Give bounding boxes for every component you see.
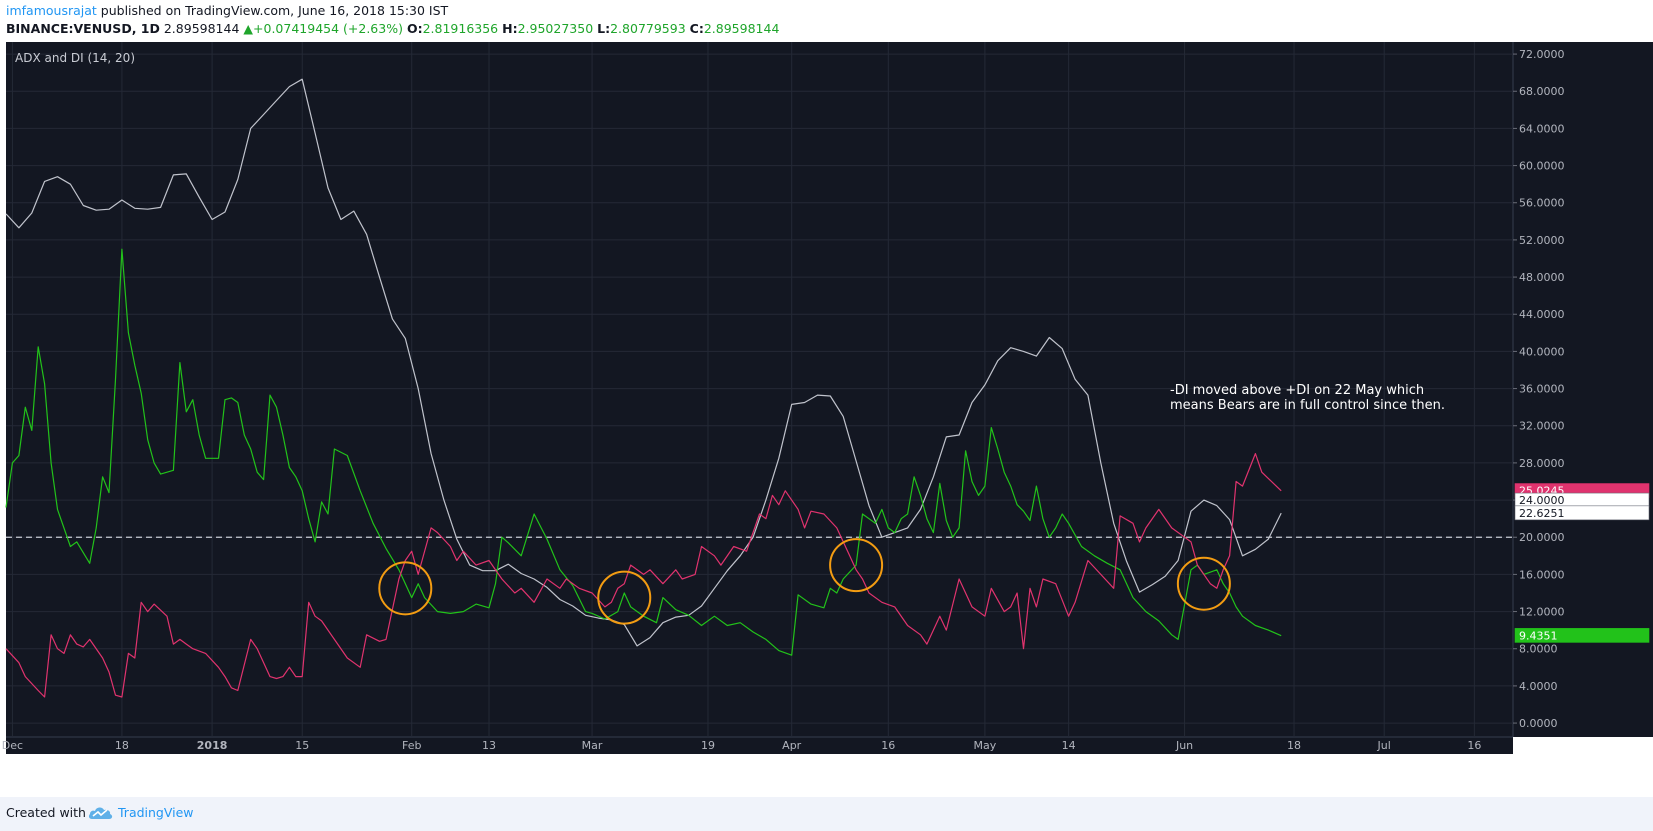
y-tick-label: 20.0000 xyxy=(1519,531,1565,544)
low-value: 2.80779593 xyxy=(610,21,686,36)
y-tick-label: 56.0000 xyxy=(1519,197,1565,210)
symbol-name: BINANCE:VENUSD, 1D xyxy=(6,21,160,36)
author-link[interactable]: imfamousrajat xyxy=(6,3,97,18)
x-tick-label: 19 xyxy=(701,739,715,752)
y-tick-label: 44.0000 xyxy=(1519,308,1565,321)
y-tick-label: 36.0000 xyxy=(1519,383,1565,396)
price-value: 2.89598144 xyxy=(163,21,240,36)
low-label: L: xyxy=(597,21,611,36)
x-tick-label: 16 xyxy=(881,739,895,752)
y-tick-label: 68.0000 xyxy=(1519,85,1565,98)
high-value: 2.95027350 xyxy=(517,21,594,36)
adx-last-label: 22.6251 xyxy=(1519,507,1565,520)
tradingview-link[interactable]: TradingView xyxy=(118,805,194,820)
published-text: published on TradingView.com, June 16, 2… xyxy=(100,3,449,18)
x-tick-label: Jul xyxy=(1377,739,1391,752)
x-tick-label: 18 xyxy=(115,739,129,752)
y-tick-label: 48.0000 xyxy=(1519,271,1565,284)
y-tick-label: 28.0000 xyxy=(1519,457,1565,470)
tradingview-cloud-icon xyxy=(88,807,113,819)
plus-di-last-label: 9.4351 xyxy=(1519,629,1558,642)
y-tick-label: 72.0000 xyxy=(1519,48,1565,61)
x-tick-label: Dec xyxy=(2,739,23,752)
symbol-line: BINANCE:VENUSD, 1D 2.89598144 ▲+0.074194… xyxy=(6,21,779,36)
y-tick-label: 12.0000 xyxy=(1519,606,1565,619)
y-tick-label: 60.0000 xyxy=(1519,160,1565,173)
chart-area[interactable]: 72.0000 68.0000 64.0000 60.0000 56.0000 52.00… xyxy=(0,42,1653,797)
y-tick-label-boxed: 24.0000 xyxy=(1519,494,1565,507)
open-value: 2.81916356 xyxy=(422,21,499,36)
adx-di-chart[interactable]: 72.0000 68.0000 64.0000 60.0000 56.0000 52.00… xyxy=(0,42,1653,797)
x-tick-label: Mar xyxy=(582,739,603,752)
arrow-up-icon: ▲ xyxy=(243,21,254,36)
created-with-text: Created with xyxy=(6,805,86,820)
x-tick-label: 13 xyxy=(482,739,496,752)
x-tick-label: 18 xyxy=(1287,739,1301,752)
publish-line: imfamousrajat published on TradingView.c… xyxy=(6,3,448,18)
x-tick-label: 2018 xyxy=(197,739,228,752)
footer: Created with TradingView xyxy=(0,797,1653,831)
y-tick-label: 52.0000 xyxy=(1519,234,1565,247)
close-label: C: xyxy=(689,21,704,36)
price-change: +0.07419454 (+2.63%) xyxy=(253,21,403,36)
x-tick-label: Apr xyxy=(782,739,802,752)
annotation-text: -DI moved above +DI on 22 May which xyxy=(1170,383,1424,398)
y-tick-label: 40.0000 xyxy=(1519,345,1565,358)
annotation-text: means Bears are in full control since th… xyxy=(1170,398,1445,413)
chart-header: imfamousrajat published on TradingView.c… xyxy=(0,0,1653,42)
high-label: H: xyxy=(502,21,518,36)
y-tick-label: 32.0000 xyxy=(1519,420,1565,433)
y-tick-label: 16.0000 xyxy=(1519,568,1565,581)
x-tick-label: 14 xyxy=(1062,739,1076,752)
x-tick-label: Jun xyxy=(1175,739,1193,752)
x-tick-label: 16 xyxy=(1467,739,1481,752)
x-tick-label: Feb xyxy=(402,739,421,752)
y-tick-label: 8.0000 xyxy=(1519,643,1558,656)
y-tick-label: 4.0000 xyxy=(1519,680,1558,693)
y-tick-label: 64.0000 xyxy=(1519,122,1565,135)
x-tick-label: May xyxy=(974,739,997,752)
close-value: 2.89598144 xyxy=(703,21,780,36)
y-tick-label: 0.0000 xyxy=(1519,717,1558,730)
x-tick-label: 15 xyxy=(295,739,309,752)
indicator-title: ADX and DI (14, 20) xyxy=(15,51,135,65)
open-label: O: xyxy=(406,21,423,36)
